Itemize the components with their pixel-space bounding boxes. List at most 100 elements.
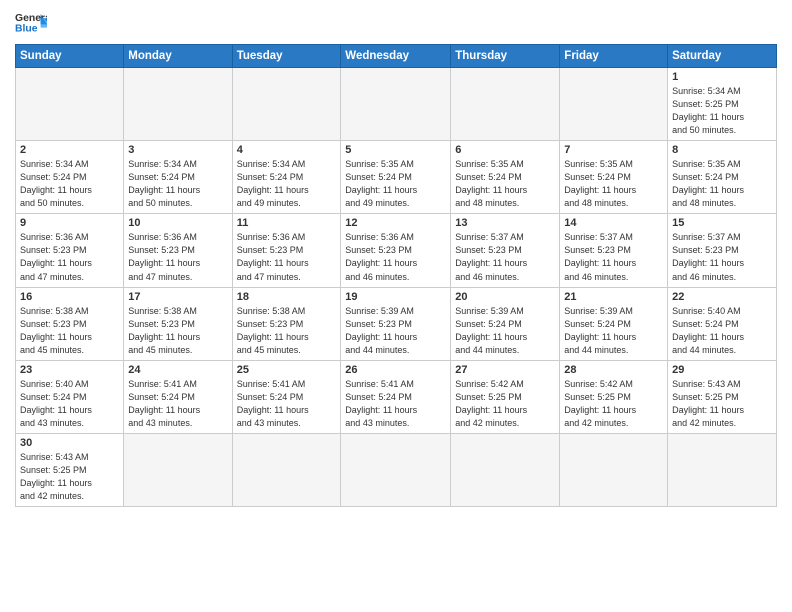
day-info: Sunrise: 5:37 AM Sunset: 5:23 PM Dayligh… [455,231,555,283]
day-info: Sunrise: 5:43 AM Sunset: 5:25 PM Dayligh… [672,378,772,430]
calendar-cell: 21 Sunrise: 5:39 AM Sunset: 5:24 PM Dayli… [560,287,668,360]
calendar-cell: 1Sunrise: 5:34 AM Sunset: 5:25 PM Daylig… [668,68,777,141]
day-number: 15 [672,217,772,229]
calendar-cell [668,433,777,506]
calendar-cell: 18 Sunrise: 5:38 AM Sunset: 5:23 PM Dayli… [232,287,341,360]
calendar-cell: 25Sunrise: 5:41 AM Sunset: 5:24 PM Dayli… [232,360,341,433]
calendar-cell [451,433,560,506]
day-number: 3 [128,144,227,156]
svg-text:Blue: Blue [15,24,38,35]
weekday-header-monday: Monday [124,45,232,68]
calendar-table: SundayMondayTuesdayWednesdayThursdayFrid… [15,44,777,507]
day-number: 29 [672,364,772,376]
calendar-cell: 15 Sunrise: 5:37 AM Sunset: 5:23 PM Dayli… [668,214,777,287]
calendar-cell [16,68,124,141]
calendar-cell: 30Sunrise: 5:43 AM Sunset: 5:25 PM Dayli… [16,433,124,506]
day-number: 17 [128,291,227,303]
day-number: 5 [345,144,446,156]
day-info: Sunrise: 5:38 AM Sunset: 5:23 PM Dayligh… [128,305,227,357]
day-info: Sunrise: 5:40 AM Sunset: 5:24 PM Dayligh… [672,305,772,357]
day-number: 11 [237,217,337,229]
day-number: 21 [564,291,663,303]
calendar-cell [451,68,560,141]
day-number: 6 [455,144,555,156]
calendar-cell: 11 Sunrise: 5:36 AM Sunset: 5:23 PM Dayli… [232,214,341,287]
day-number: 18 [237,291,337,303]
day-number: 26 [345,364,446,376]
calendar-cell [232,68,341,141]
day-info: Sunrise: 5:34 AM Sunset: 5:24 PM Dayligh… [237,158,337,210]
calendar-cell: 24 Sunrise: 5:41 AM Sunset: 5:24 PM Dayli… [124,360,232,433]
day-info: Sunrise: 5:43 AM Sunset: 5:25 PM Dayligh… [20,451,119,503]
day-number: 23 [20,364,119,376]
calendar-cell: 9 Sunrise: 5:36 AM Sunset: 5:23 PM Daylig… [16,214,124,287]
calendar-cell: 16Sunrise: 5:38 AM Sunset: 5:23 PM Dayli… [16,287,124,360]
day-info: Sunrise: 5:42 AM Sunset: 5:25 PM Dayligh… [455,378,555,430]
calendar-cell: 14 Sunrise: 5:37 AM Sunset: 5:23 PM Dayli… [560,214,668,287]
weekday-header-saturday: Saturday [668,45,777,68]
day-number: 14 [564,217,663,229]
day-info: Sunrise: 5:36 AM Sunset: 5:23 PM Dayligh… [345,231,446,283]
calendar-cell [124,68,232,141]
weekday-header-friday: Friday [560,45,668,68]
calendar-cell [341,68,451,141]
calendar-cell: 26 Sunrise: 5:41 AM Sunset: 5:24 PM Dayli… [341,360,451,433]
calendar-cell: 27 Sunrise: 5:42 AM Sunset: 5:25 PM Dayli… [451,360,560,433]
calendar-cell [124,433,232,506]
day-number: 24 [128,364,227,376]
weekday-header-sunday: Sunday [16,45,124,68]
day-info: Sunrise: 5:41 AM Sunset: 5:24 PM Dayligh… [128,378,227,430]
day-number: 22 [672,291,772,303]
calendar-week-row: 16 Sunrise: 5:38 AM Sunset: 5:23 PM Dayli… [16,287,777,360]
calendar-week-row: 23 Sunrise: 5:40 AM Sunset: 5:24 PM Dayli… [16,360,777,433]
day-number: 20 [455,291,555,303]
day-number: 13 [455,217,555,229]
day-info: Sunrise: 5:36 AM Sunset: 5:23 PM Dayligh… [20,231,119,283]
day-number: 10 [128,217,227,229]
day-info: Sunrise: 5:37 AM Sunset: 5:23 PM Dayligh… [564,231,663,283]
day-info: Sunrise: 5:35 AM Sunset: 5:24 PM Dayligh… [564,158,663,210]
calendar-cell: 4 Sunrise: 5:34 AM Sunset: 5:24 PM Daylig… [232,141,341,214]
page-header: General Blue [15,10,777,38]
day-info: Sunrise: 5:39 AM Sunset: 5:24 PM Dayligh… [564,305,663,357]
day-number: 8 [672,144,772,156]
calendar-cell: 29 Sunrise: 5:43 AM Sunset: 5:25 PM Dayli… [668,360,777,433]
calendar-week-row: 9 Sunrise: 5:36 AM Sunset: 5:23 PM Daylig… [16,214,777,287]
calendar-cell: 6Sunrise: 5:35 AM Sunset: 5:24 PM Daylig… [451,141,560,214]
calendar-cell: 5Sunrise: 5:35 AM Sunset: 5:24 PM Daylig… [341,141,451,214]
day-number: 7 [564,144,663,156]
day-info: Sunrise: 5:39 AM Sunset: 5:24 PM Dayligh… [455,305,555,357]
calendar-week-row: 2 Sunrise: 5:34 AM Sunset: 5:24 PM Daylig… [16,141,777,214]
day-number: 28 [564,364,663,376]
calendar-cell: 28Sunrise: 5:42 AM Sunset: 5:25 PM Dayli… [560,360,668,433]
day-number: 1 [672,71,772,83]
day-info: Sunrise: 5:41 AM Sunset: 5:24 PM Dayligh… [345,378,446,430]
weekday-header-wednesday: Wednesday [341,45,451,68]
calendar-cell: 12 Sunrise: 5:36 AM Sunset: 5:23 PM Dayli… [341,214,451,287]
day-info: Sunrise: 5:38 AM Sunset: 5:23 PM Dayligh… [237,305,337,357]
calendar-cell: 23 Sunrise: 5:40 AM Sunset: 5:24 PM Dayli… [16,360,124,433]
day-info: Sunrise: 5:39 AM Sunset: 5:23 PM Dayligh… [345,305,446,357]
calendar-cell: 8 Sunrise: 5:35 AM Sunset: 5:24 PM Daylig… [668,141,777,214]
day-number: 25 [237,364,337,376]
calendar-cell: 2Sunrise: 5:34 AM Sunset: 5:24 PM Daylig… [16,141,124,214]
calendar-cell: 7 Sunrise: 5:35 AM Sunset: 5:24 PM Daylig… [560,141,668,214]
calendar-week-row: 1Sunrise: 5:34 AM Sunset: 5:25 PM Daylig… [16,68,777,141]
calendar-cell: 20 Sunrise: 5:39 AM Sunset: 5:24 PM Dayli… [451,287,560,360]
calendar-cell [560,433,668,506]
day-number: 4 [237,144,337,156]
day-info: Sunrise: 5:36 AM Sunset: 5:23 PM Dayligh… [237,231,337,283]
logo: General Blue [15,10,47,38]
day-number: 9 [20,217,119,229]
day-info: Sunrise: 5:35 AM Sunset: 5:24 PM Dayligh… [672,158,772,210]
day-number: 16 [20,291,119,303]
calendar-cell: 3Sunrise: 5:34 AM Sunset: 5:24 PM Daylig… [124,141,232,214]
day-info: Sunrise: 5:36 AM Sunset: 5:23 PM Dayligh… [128,231,227,283]
day-info: Sunrise: 5:37 AM Sunset: 5:23 PM Dayligh… [672,231,772,283]
calendar-cell [341,433,451,506]
weekday-header-row: SundayMondayTuesdayWednesdayThursdayFrid… [16,45,777,68]
day-number: 27 [455,364,555,376]
day-info: Sunrise: 5:40 AM Sunset: 5:24 PM Dayligh… [20,378,119,430]
day-number: 12 [345,217,446,229]
day-number: 2 [20,144,119,156]
